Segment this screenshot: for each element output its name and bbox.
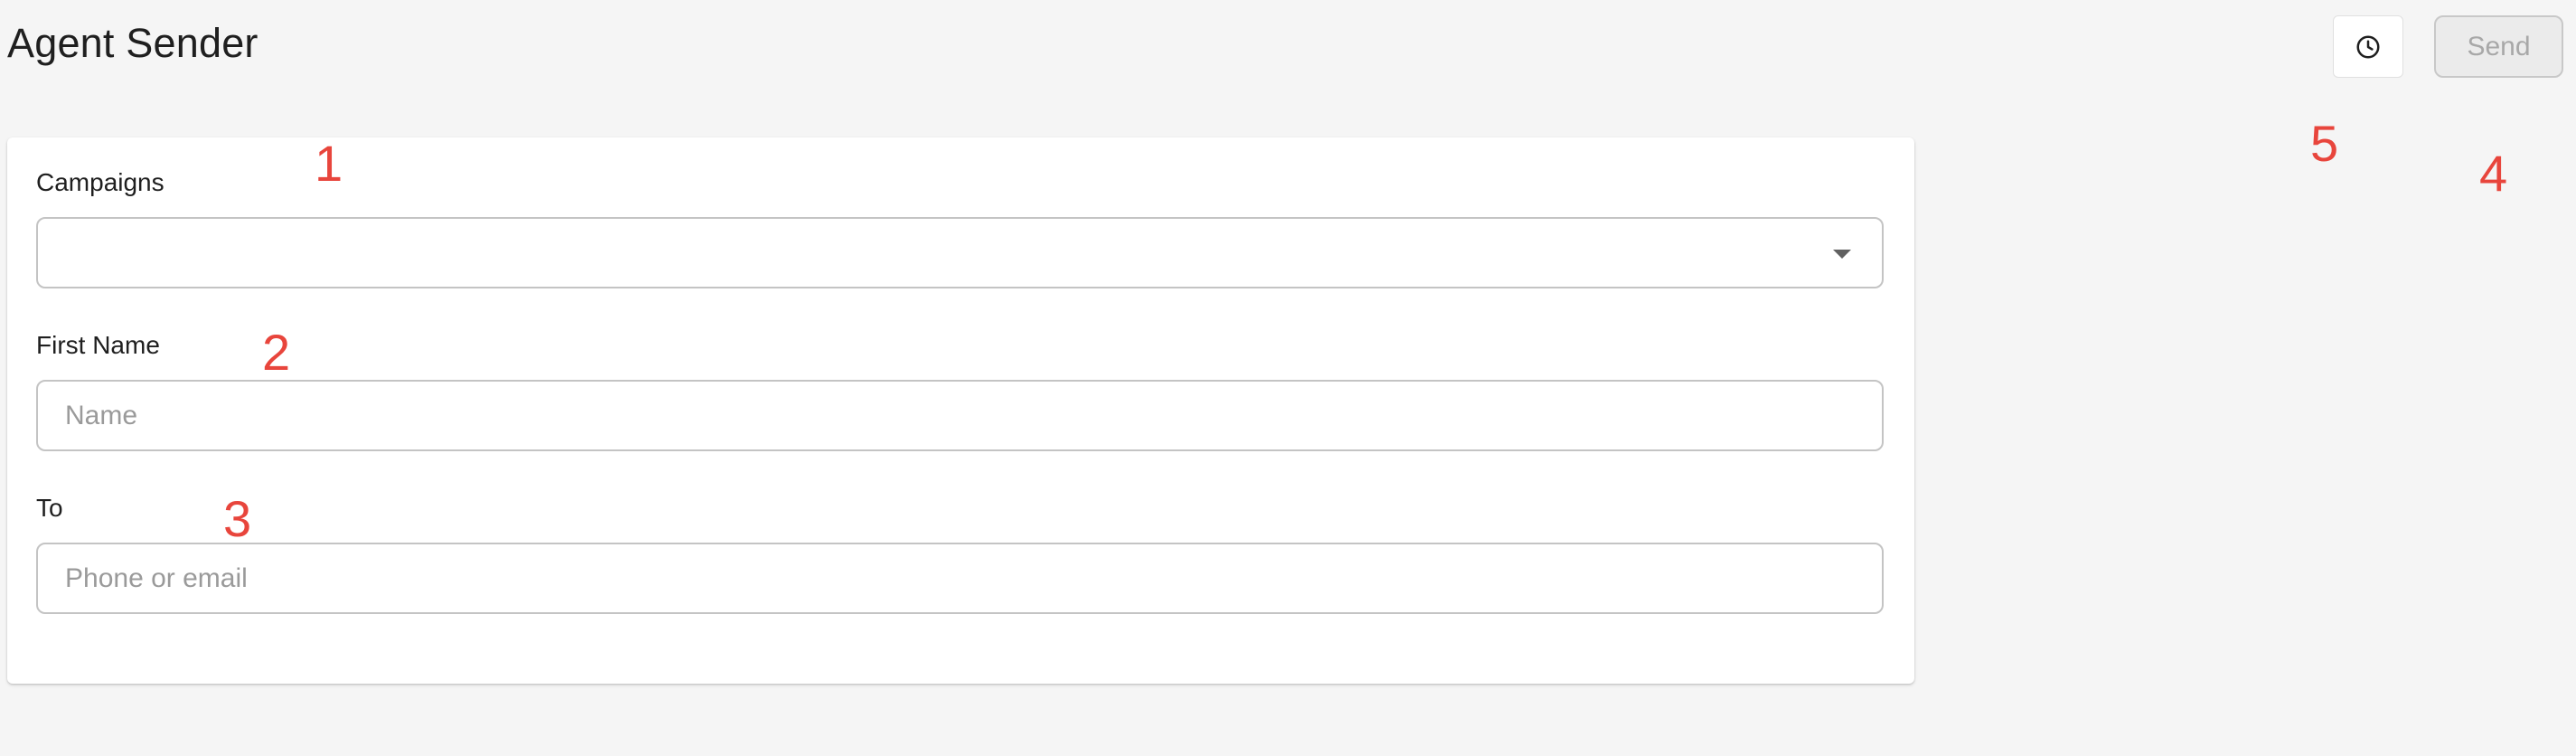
annotation-1: 1 xyxy=(315,135,343,192)
to-label: To xyxy=(36,494,63,522)
send-button[interactable]: Send xyxy=(2434,15,2563,78)
first-name-label: First Name xyxy=(36,331,160,359)
annotation-4: 4 xyxy=(2479,145,2508,202)
annotation-2: 2 xyxy=(262,324,291,381)
annotation-5: 5 xyxy=(2310,115,2339,172)
agent-sender-page: Agent Sender Send Campaigns First Name T… xyxy=(0,0,2576,756)
arrow-drop-down-icon[interactable] xyxy=(1833,250,1851,259)
first-name-field-wrapper xyxy=(36,380,1884,451)
clock-icon xyxy=(2356,35,2380,58)
campaigns-select[interactable] xyxy=(36,217,1884,288)
annotation-3: 3 xyxy=(223,490,252,547)
campaigns-label: Campaigns xyxy=(36,168,165,196)
first-name-field[interactable] xyxy=(38,382,1882,449)
agent-sender-form: Campaigns First Name To xyxy=(7,137,1914,684)
to-field[interactable] xyxy=(38,544,1882,612)
page-title: Agent Sender xyxy=(7,20,259,66)
to-field-wrapper xyxy=(36,543,1884,614)
history-button[interactable] xyxy=(2333,15,2403,78)
